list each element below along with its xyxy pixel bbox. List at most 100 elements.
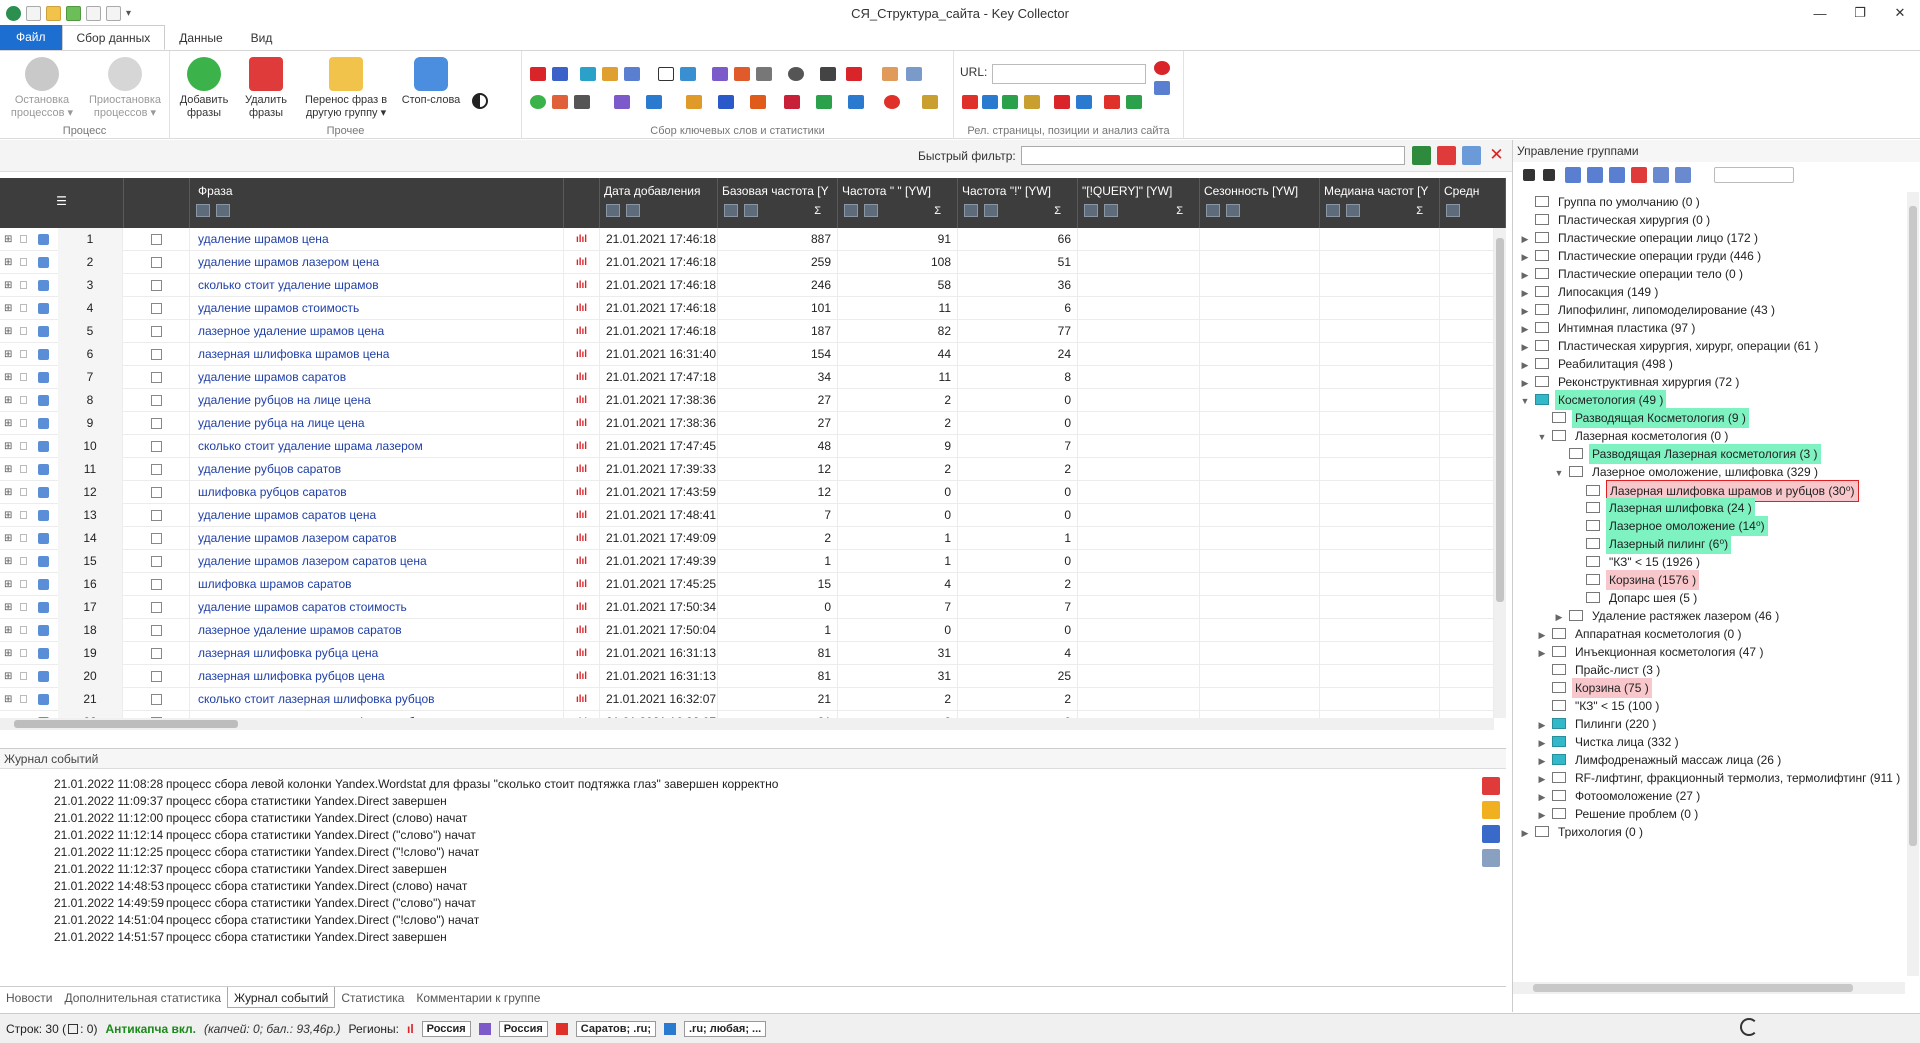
add-phrases-button[interactable]: Добавить фразы bbox=[176, 57, 232, 120]
stats-bars-icon[interactable]: ılıl bbox=[564, 251, 600, 274]
google-4-icon[interactable] bbox=[1076, 95, 1092, 109]
tab-group-comments[interactable]: Комментарии к группе bbox=[410, 987, 546, 1008]
stats-bars-icon[interactable]: ılıl bbox=[564, 389, 600, 412]
ship-icon[interactable] bbox=[718, 95, 734, 109]
region-yandex[interactable]: Саратов; .ru; bbox=[575, 1020, 656, 1037]
tree-node-label[interactable]: Корзина (75 ) bbox=[1572, 678, 1652, 698]
group-search-input[interactable] bbox=[1714, 167, 1794, 183]
column-filter-icon[interactable] bbox=[1326, 204, 1340, 217]
tree-node[interactable]: ▶ Удаление растяжек лазером (46 ) bbox=[1553, 606, 1782, 626]
tree-node-label[interactable]: Пластические операции груди (446 ) bbox=[1555, 246, 1764, 266]
monitor-icon[interactable] bbox=[820, 67, 836, 81]
column-filter-icon[interactable] bbox=[724, 204, 738, 217]
red-circle-icon[interactable] bbox=[884, 95, 900, 109]
region-google[interactable]: .ru; любая; ... bbox=[683, 1020, 767, 1037]
lock-icon[interactable] bbox=[20, 504, 32, 527]
lock-icon[interactable] bbox=[20, 366, 32, 389]
filter-settings-icon[interactable] bbox=[1462, 146, 1481, 165]
tree-node-label[interactable]: Пилинги (220 ) bbox=[1572, 714, 1659, 734]
stats-bars-icon[interactable]: ılıl bbox=[564, 504, 600, 527]
save-icon[interactable] bbox=[66, 5, 81, 21]
tree-node-label[interactable]: "КЗ" < 15 (100 ) bbox=[1572, 696, 1662, 716]
row-checkbox[interactable] bbox=[124, 504, 190, 527]
tab-news[interactable]: Новости bbox=[0, 987, 58, 1008]
tree-node-label[interactable]: Лимфодренажный массаж лица (26 ) bbox=[1572, 750, 1784, 770]
expand-row-icon[interactable]: ⊞ bbox=[4, 366, 16, 389]
stats-bars-icon[interactable]: ılıl bbox=[564, 711, 600, 718]
stats-bars-icon[interactable]: ılıl bbox=[564, 320, 600, 343]
expand-row-icon[interactable]: ⊞ bbox=[4, 412, 16, 435]
header-average[interactable]: Средн bbox=[1440, 178, 1506, 228]
quick-filter-input[interactable] bbox=[1021, 146, 1405, 165]
row-checkbox[interactable] bbox=[124, 435, 190, 458]
stats-bars-icon[interactable]: ılıl bbox=[564, 228, 600, 251]
hand-icon[interactable] bbox=[882, 67, 898, 81]
table-row[interactable]: ⊞ 18 лазерное удаление шрамов саратов ılıl 2… bbox=[0, 619, 1494, 642]
table-row[interactable]: ⊞ 12 шлифовка рубцов саратов ılıl 21.01.2021… bbox=[0, 481, 1494, 504]
row-checkbox[interactable] bbox=[124, 619, 190, 642]
column-clear-icon[interactable] bbox=[864, 204, 878, 217]
tree-node-label[interactable]: Удаление растяжек лазером (46 ) bbox=[1589, 606, 1782, 626]
tree-node[interactable]: Допарс шея (5 ) bbox=[1570, 588, 1700, 608]
stats-bars-icon[interactable]: ılıl bbox=[564, 688, 600, 711]
phrase-cell[interactable]: лазерная шлифовка рубца цена bbox=[194, 642, 564, 665]
phrase-cell[interactable]: удаление шрамов лазером цена bbox=[194, 251, 564, 274]
lock-icon[interactable] bbox=[20, 596, 32, 619]
lock-icon[interactable] bbox=[20, 412, 32, 435]
scroll-thumb[interactable] bbox=[1496, 238, 1504, 602]
stats-bars-icon[interactable]: ılıl bbox=[564, 527, 600, 550]
region-wordstat[interactable]: Россия bbox=[421, 1020, 471, 1037]
stats-bars-icon[interactable]: ılıl bbox=[564, 665, 600, 688]
sum-icon[interactable]: Σ bbox=[1416, 205, 1423, 217]
tree-node[interactable]: ▶ Фотоомоложение (27 ) bbox=[1536, 786, 1703, 806]
expand-row-icon[interactable]: ⊞ bbox=[4, 573, 16, 596]
phrase-cell[interactable]: удаление шрамов лазером саратов цена bbox=[194, 550, 564, 573]
new-file-icon[interactable] bbox=[26, 5, 41, 21]
wordstat-batch-icon[interactable] bbox=[552, 67, 568, 81]
header-checkbox-column[interactable] bbox=[124, 178, 190, 228]
log-warning-icon[interactable] bbox=[1482, 801, 1500, 819]
table-row[interactable]: ⊞ 11 удаление рубцов саратов ılıl 21.01.2021… bbox=[0, 458, 1494, 481]
tree-node-label[interactable]: Решение проблем (0 ) bbox=[1572, 804, 1701, 824]
tree-node[interactable]: "КЗ" < 15 (1926 ) bbox=[1570, 552, 1703, 572]
grid-settings-icon[interactable]: ☰ bbox=[0, 178, 124, 228]
scroll-thumb[interactable] bbox=[14, 720, 238, 728]
box-icon[interactable] bbox=[922, 95, 938, 109]
tree-node[interactable]: Пластическая хирургия (0 ) bbox=[1519, 210, 1713, 230]
stats-bars-icon[interactable]: ılıl bbox=[564, 619, 600, 642]
tree-node[interactable]: Лазерное омоложение (14⁰) bbox=[1570, 516, 1768, 536]
expand-icon[interactable] bbox=[1675, 167, 1691, 183]
table-row[interactable]: ⊞ 3 сколько стоит удаление шрамов ılıl 21.01… bbox=[0, 274, 1494, 297]
phrase-cell[interactable]: удаление рубца на лице цена bbox=[194, 412, 564, 435]
column-filter-icon[interactable] bbox=[196, 204, 210, 217]
row-checkbox[interactable] bbox=[124, 550, 190, 573]
column-clear-icon[interactable] bbox=[1226, 204, 1240, 217]
stats-bars-icon[interactable]: ılıl bbox=[564, 366, 600, 389]
row-checkbox[interactable] bbox=[124, 458, 190, 481]
tree-node-label[interactable]: Лазерное омоложение (14⁰) bbox=[1606, 516, 1768, 536]
header-phrase[interactable]: Фраза bbox=[190, 178, 564, 228]
collapse-arrow-icon[interactable]: ▼ bbox=[1536, 427, 1548, 447]
row-checkbox[interactable] bbox=[124, 642, 190, 665]
lock-icon[interactable] bbox=[20, 481, 32, 504]
expand-row-icon[interactable]: ⊞ bbox=[4, 343, 16, 366]
stats-bars-icon[interactable]: ılıl bbox=[564, 642, 600, 665]
expand-row-icon[interactable]: ⊞ bbox=[4, 297, 16, 320]
lock-icon[interactable] bbox=[20, 665, 32, 688]
tree-node[interactable]: ▶ Интимная пластика (97 ) bbox=[1519, 318, 1698, 338]
lock-icon[interactable] bbox=[20, 711, 32, 718]
tree-node-label[interactable]: Пластическая хирургия (0 ) bbox=[1555, 210, 1713, 230]
tree-node-label[interactable]: Группа по умолчанию (0 ) bbox=[1555, 192, 1703, 212]
tree-node[interactable]: ▶ Липосакция (149 ) bbox=[1519, 282, 1661, 302]
tree-node[interactable]: "КЗ" < 15 (100 ) bbox=[1536, 696, 1662, 716]
phrase-cell[interactable]: удаление шрамов лазером саратов bbox=[194, 527, 564, 550]
tree-node[interactable]: Лазерная шлифовка шрамов и рубцов (30⁰) bbox=[1570, 480, 1859, 502]
collapse-icon[interactable] bbox=[1653, 167, 1669, 183]
table-row[interactable]: ⊞ 1 удаление шрамов цена ılıl 21.01.2021 17:… bbox=[0, 228, 1494, 251]
filter-alert-icon[interactable] bbox=[1437, 146, 1456, 165]
tag-icon[interactable] bbox=[1024, 95, 1040, 109]
tab-additional-stats[interactable]: Дополнительная статистика bbox=[58, 987, 227, 1008]
search-icon[interactable] bbox=[788, 67, 804, 81]
row-checkbox[interactable] bbox=[124, 228, 190, 251]
tree-node[interactable]: Разводящая Косметология (9 ) bbox=[1536, 408, 1749, 428]
